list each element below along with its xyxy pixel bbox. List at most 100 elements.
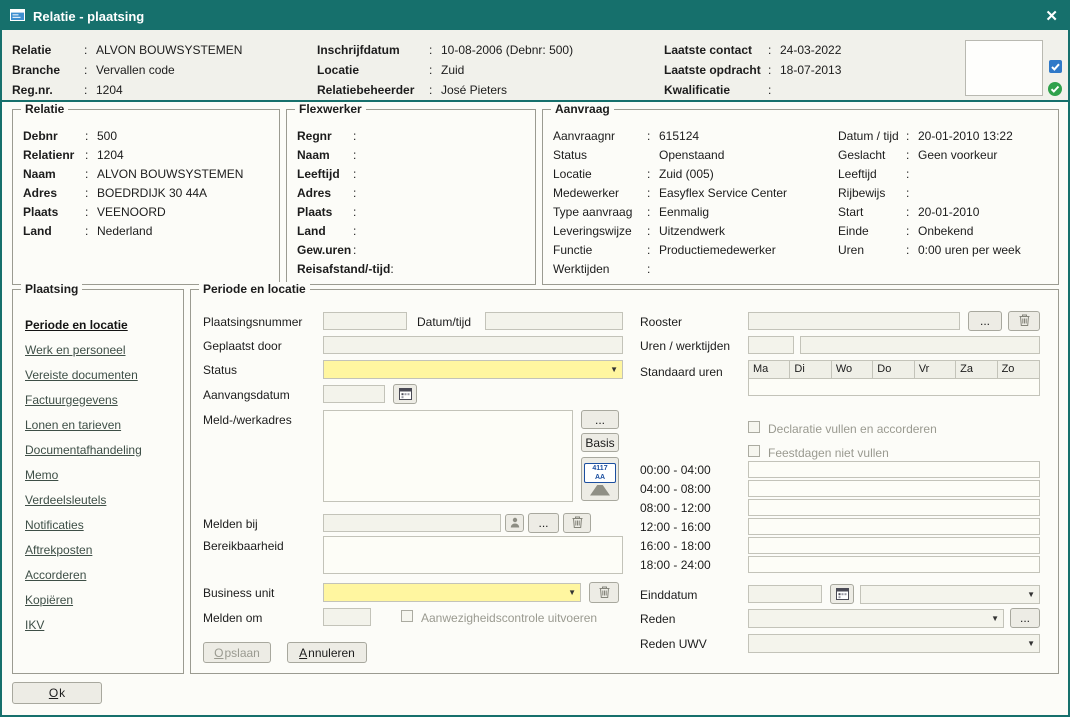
einddatum-label: Einddatum [640,586,697,604]
rooster-browse-button[interactable]: ... [968,311,1002,331]
separator: : [647,129,659,143]
time-slot-input[interactable] [748,556,1040,573]
status-select[interactable]: ▼ [323,360,623,379]
weekday-header-cell: Do [873,361,914,378]
reden-uwv-select[interactable]: ▼ [748,634,1040,653]
melden-bij-person-button[interactable] [505,514,524,532]
time-slot-input[interactable] [748,499,1040,516]
time-slot-row: 04:00 - 08:00 [640,479,1044,498]
datum-tijd-label: Datum/tijd [417,313,471,331]
field-label: Relatie [12,43,84,57]
feestdagen-checkbox[interactable] [748,445,760,457]
nav-link[interactable]: IKV [25,612,173,637]
close-icon[interactable]: ✕ [1045,9,1058,24]
field-label: Inschrijfdatum [317,43,429,57]
nav-link-label[interactable]: Notificaties [25,518,84,532]
nav-link[interactable]: Lonen en tarieven [25,412,173,437]
nav-link[interactable]: Verdeelsleutels [25,487,173,512]
separator: : [429,83,441,97]
opslaan-button[interactable]: Opslaan [203,642,271,663]
meld-werkadres-browse-button[interactable]: ... [581,410,619,429]
field-row: Leveringswijze:Uitzendwerk [553,221,787,240]
einddatum-input[interactable] [748,585,822,603]
route-map-button[interactable]: 4117 AA [581,457,619,501]
bereikbaarheid-label: Bereikbaarheid [203,537,284,555]
field-label: Land [297,224,353,238]
nav-link-label[interactable]: IKV [25,618,44,632]
nav-link-label[interactable]: Factuurgegevens [25,393,118,407]
melden-om-input[interactable] [323,608,371,626]
weekday-header-row: MaDiWoDoVrZaZo [749,361,1039,379]
nav-link[interactable]: Vereiste documenten [25,362,173,387]
time-slot-input[interactable] [748,537,1040,554]
melden-bij-delete-button[interactable] [563,513,591,533]
melden-bij-browse-button[interactable]: ... [528,513,559,533]
weekday-header-cell: Wo [832,361,873,378]
werktijden-input[interactable] [800,336,1040,354]
nav-link[interactable]: Accorderen [25,562,173,587]
melden-bij-input[interactable] [323,514,501,532]
einddatum-select[interactable]: ▼ [860,585,1040,604]
einddatum-calendar-button[interactable] [830,584,854,604]
flexwerker-fields: Regnr:Naam:Leeftijd:Adres:Plaats:Land:Ge… [287,110,535,278]
aanwezigheidscontrole-checkbox[interactable] [401,610,413,622]
bereikbaarheid-textarea[interactable] [323,536,623,574]
separator: : [429,63,441,77]
nav-link[interactable]: Werk en personeel [25,337,173,362]
uren-input[interactable] [748,336,794,354]
nav-link-label[interactable]: Werk en personeel [25,343,126,357]
separator: : [647,243,659,257]
header-row: Relatie:ALVON BOUWSYSTEMEN [12,40,242,60]
nav-link-label[interactable]: Kopiëren [25,593,73,607]
field-value: Eenmalig [659,205,709,219]
aanvangsdatum-input[interactable] [323,385,385,403]
separator: : [353,205,365,219]
aanvangsdatum-calendar-button[interactable] [393,384,417,404]
nav-link-label[interactable]: Lonen en tarieven [25,418,121,432]
annuleren-button[interactable]: Annuleren [287,642,367,663]
rooster-input[interactable] [748,312,960,330]
nav-link-label[interactable]: Documentafhandeling [25,443,142,457]
nav-link[interactable]: Periode en locatie [25,312,173,337]
separator: : [353,186,365,200]
nav-link-label[interactable]: Vereiste documenten [25,368,138,382]
reden-browse-button[interactable]: ... [1010,608,1040,628]
groupbox-title: Plaatsing [21,282,82,296]
nav-link[interactable]: Notificaties [25,512,173,537]
nav-link-label[interactable]: Accorderen [25,568,86,582]
field-row: Werktijden: [553,259,787,278]
nav-link-label[interactable]: Memo [25,468,58,482]
nav-link[interactable]: Documentafhandeling [25,437,173,462]
meld-werkadres-textarea[interactable] [323,410,573,502]
field-label: Laatste contact [664,43,768,57]
field-value: 20-01-2010 [918,205,979,219]
business-unit-select[interactable]: ▼ [323,583,581,602]
time-slot-label: 08:00 - 12:00 [640,501,748,515]
time-slot-input[interactable] [748,480,1040,497]
datum-tijd-input[interactable] [485,312,623,330]
field-label: Reisafstand/-tijd [297,262,390,276]
nav-link-label[interactable]: Verdeelsleutels [25,493,106,507]
business-unit-delete-button[interactable] [589,582,619,603]
reden-select[interactable]: ▼ [748,609,1004,628]
geplaatst-door-input[interactable] [323,336,623,354]
ok-button[interactable]: Ok [12,682,102,704]
field-value: Geen voorkeur [918,148,997,162]
nav-link[interactable]: Factuurgegevens [25,387,173,412]
nav-link-label[interactable]: Aftrekposten [25,543,92,557]
rooster-delete-button[interactable] [1008,311,1040,331]
basis-button[interactable]: Basis [581,433,619,452]
standaard-uren-value-row[interactable] [749,379,1039,395]
field-value: ALVON BOUWSYSTEMEN [97,167,243,181]
nav-link-label[interactable]: Periode en locatie [25,318,128,332]
nav-link[interactable]: Memo [25,462,173,487]
field-value: 10-08-2006 (Debnr: 500) [441,43,573,57]
time-slot-input[interactable] [748,518,1040,535]
field-label: Branche [12,63,84,77]
nav-link[interactable]: Aftrekposten [25,537,173,562]
nav-link[interactable]: Kopiëren [25,587,173,612]
time-slot-input[interactable] [748,461,1040,478]
plaatsingsnummer-input[interactable] [323,312,407,330]
declaratie-checkbox[interactable] [748,421,760,433]
road-icon [590,485,610,496]
